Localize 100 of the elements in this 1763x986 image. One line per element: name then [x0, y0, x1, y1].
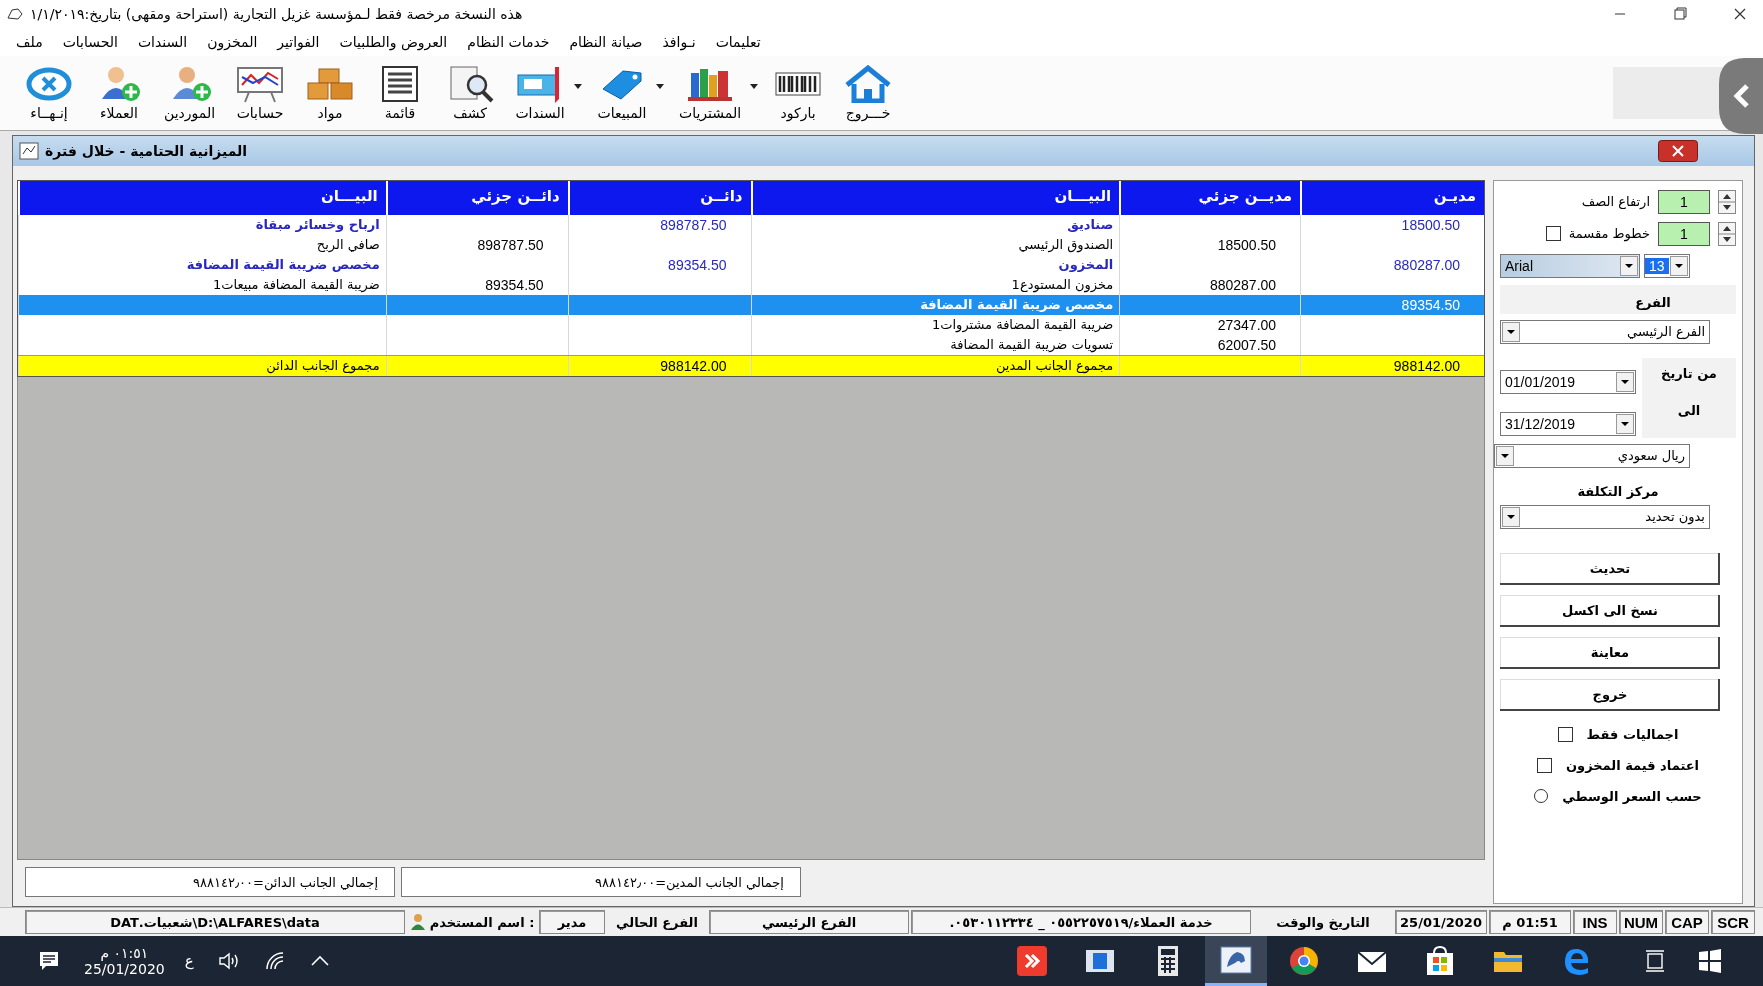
close-button[interactable]: [1658, 139, 1698, 162]
row-height-field[interactable]: 1: [1658, 189, 1710, 214]
table-cell: مجموع الجانب الدائن: [18, 355, 386, 376]
total-field: إجمالي الجانب المدين=٩٨٨١٤٢٫٠٠: [401, 867, 801, 898]
table-cell: ضريبة القيمة المضافة مشتروات1: [750, 314, 1120, 335]
font-size-dropdown[interactable]: 13: [1644, 253, 1690, 278]
table-cell: 18500.50: [1119, 234, 1301, 255]
checkbox[interactable]: [1536, 757, 1552, 773]
taskbar-button[interactable]: [1205, 936, 1267, 986]
table-cell: تسويات ضريبة القيمة المضافة: [750, 334, 1120, 355]
panel-button[interactable]: خروج: [1500, 678, 1720, 711]
user-icon: [409, 913, 426, 932]
status-text: SCR: [1717, 913, 1749, 931]
windows-start-icon[interactable]: [1697, 948, 1723, 974]
notification-icon[interactable]: [38, 950, 60, 972]
status-text: NUM: [1623, 913, 1659, 931]
menu-item[interactable]: السندات: [127, 33, 198, 50]
toolbar-button[interactable]: إنـهــاء: [18, 62, 80, 123]
status-text: CAP: [1671, 913, 1703, 931]
report-title: الميزانية الحتامية - خلال فترة: [45, 142, 248, 159]
status-text: 01:51 م: [1502, 914, 1558, 930]
status-text: الفرع الرئيسي: [761, 914, 857, 930]
status-text: مدير: [557, 914, 587, 930]
branch-dropdown[interactable]: الفرع الرئيسي: [1500, 319, 1710, 344]
table-cell: 988142.00: [567, 355, 751, 376]
option-label: اعتماد قيمة المخزون: [1565, 757, 1700, 773]
menu-item[interactable]: العروض والطلبيات: [329, 33, 458, 50]
caret-icon[interactable]: [573, 83, 584, 90]
font-dropdown[interactable]: Arial: [1500, 253, 1640, 278]
table-cell: صافي الربح: [18, 234, 386, 255]
back-button[interactable]: [1719, 58, 1763, 134]
table-cell: مخزون المستودع1: [750, 274, 1120, 295]
menu-item[interactable]: خدمات النظام: [457, 33, 560, 50]
window-title: هذه النسخة مرخصة فقط لـمؤسسة غزيل التجارية (استراحة ومقهى) بتاريخ:١/١/٢٠١٩: [30, 6, 523, 22]
checkbox[interactable]: [1545, 226, 1561, 242]
wifi-icon[interactable]: [263, 951, 286, 971]
toolbar-button[interactable]: باركود: [767, 62, 830, 123]
total-field: إجمالي الجانب الدائن=٩٨٨١٤٢٫٠٠: [25, 867, 395, 898]
table-cell: 89354.50: [1300, 294, 1484, 315]
menu-item[interactable]: الحسابات: [52, 33, 128, 50]
status-text: INS: [1582, 913, 1608, 931]
toolbar-button[interactable]: كشف: [439, 62, 502, 123]
status-text: D:\ALFARES\data\شعبيات.DAT: [110, 914, 320, 930]
spinner[interactable]: [1718, 189, 1736, 214]
status-text: خدمة العملاء/٠٥٥٢٢٥٧٥١٩ _ ٠٥٣٠١١٢٣٣٤.: [949, 914, 1213, 930]
toolbar-button[interactable]: مواد: [299, 62, 362, 123]
table-cell: 898787.50: [385, 234, 568, 255]
menu-item[interactable]: صيانة النظام: [559, 33, 653, 50]
option-label: اجماليات فقط: [1586, 726, 1679, 742]
menu-item[interactable]: ملف: [6, 33, 53, 50]
toolbar-button[interactable]: قائمة: [369, 62, 432, 123]
language-indicator[interactable]: ع: [184, 952, 194, 970]
to-date-field[interactable]: 31/12/2019: [1500, 411, 1636, 436]
table-cell: 898787.50: [567, 214, 751, 235]
radio-button[interactable]: [1534, 789, 1549, 804]
from-date-label: من تاريخ: [1661, 365, 1717, 381]
menu-item[interactable]: المخزون: [197, 33, 268, 50]
toolbar-button[interactable]: الموردين: [158, 62, 222, 123]
toolbar-button[interactable]: خـــروج: [837, 62, 900, 123]
panel-button[interactable]: تحديث: [1500, 552, 1720, 585]
table-cell: 18500.50: [1300, 214, 1484, 235]
toolbar-button[interactable]: المبيعات: [591, 62, 654, 123]
row-height-label: ارتفاع الصف: [1581, 194, 1650, 210]
table-cell: 62007.50: [1119, 334, 1301, 355]
chrome-icon: [1287, 944, 1321, 978]
checkbox[interactable]: [1557, 726, 1573, 742]
toolbar-button[interactable]: السندات: [509, 62, 572, 123]
caret-icon[interactable]: [655, 83, 666, 90]
table-cell: ضريبة القيمة المضافة مبيعات1: [18, 274, 386, 295]
panel-button[interactable]: معاينة: [1500, 636, 1720, 669]
menu-item[interactable]: الفواتير: [267, 33, 330, 50]
cost-center-label: مركز التكلفة: [1577, 483, 1659, 499]
status-text: : اسم المستخدم: [429, 914, 535, 930]
chevron-up-icon[interactable]: [309, 955, 330, 967]
split-lines-field[interactable]: 1: [1658, 221, 1710, 246]
currency-dropdown[interactable]: ريال سعودي: [1494, 443, 1690, 468]
table-cell: 89354.50: [567, 254, 751, 275]
report-icon: [19, 141, 39, 160]
volume-icon[interactable]: [217, 951, 240, 971]
menu-item[interactable]: نـوافذ: [652, 33, 706, 50]
toolbar-button[interactable]: المشتريات: [673, 62, 748, 123]
status-text: الفرع الحالي: [616, 914, 698, 930]
table-cell: 89354.50: [385, 274, 568, 295]
spinner[interactable]: [1718, 221, 1736, 246]
table-cell: مجموع الجانب المدين: [750, 355, 1120, 376]
cost-center-dropdown[interactable]: بدون تحديد: [1500, 504, 1710, 529]
task-view-icon[interactable]: [1643, 949, 1667, 973]
chart-board-icon: [235, 64, 286, 103]
table-cell: 880287.00: [1119, 274, 1301, 295]
branch-label: الفرع: [1635, 294, 1671, 310]
caret-icon[interactable]: [749, 83, 760, 90]
menu-item[interactable]: تعليمات: [705, 33, 771, 50]
table-cell: الصندوق الرئيسي: [750, 234, 1120, 255]
from-date-field[interactable]: 01/01/2019: [1500, 369, 1636, 394]
table-cell: 988142.00: [1300, 355, 1484, 376]
to-date-label: الى: [1677, 402, 1701, 418]
toolbar-button[interactable]: العملاء: [88, 62, 150, 123]
table-cell: 880287.00: [1300, 254, 1484, 275]
toolbar-button[interactable]: حسابات: [229, 62, 292, 123]
panel-button[interactable]: نسخ الى اكسل: [1500, 594, 1720, 627]
